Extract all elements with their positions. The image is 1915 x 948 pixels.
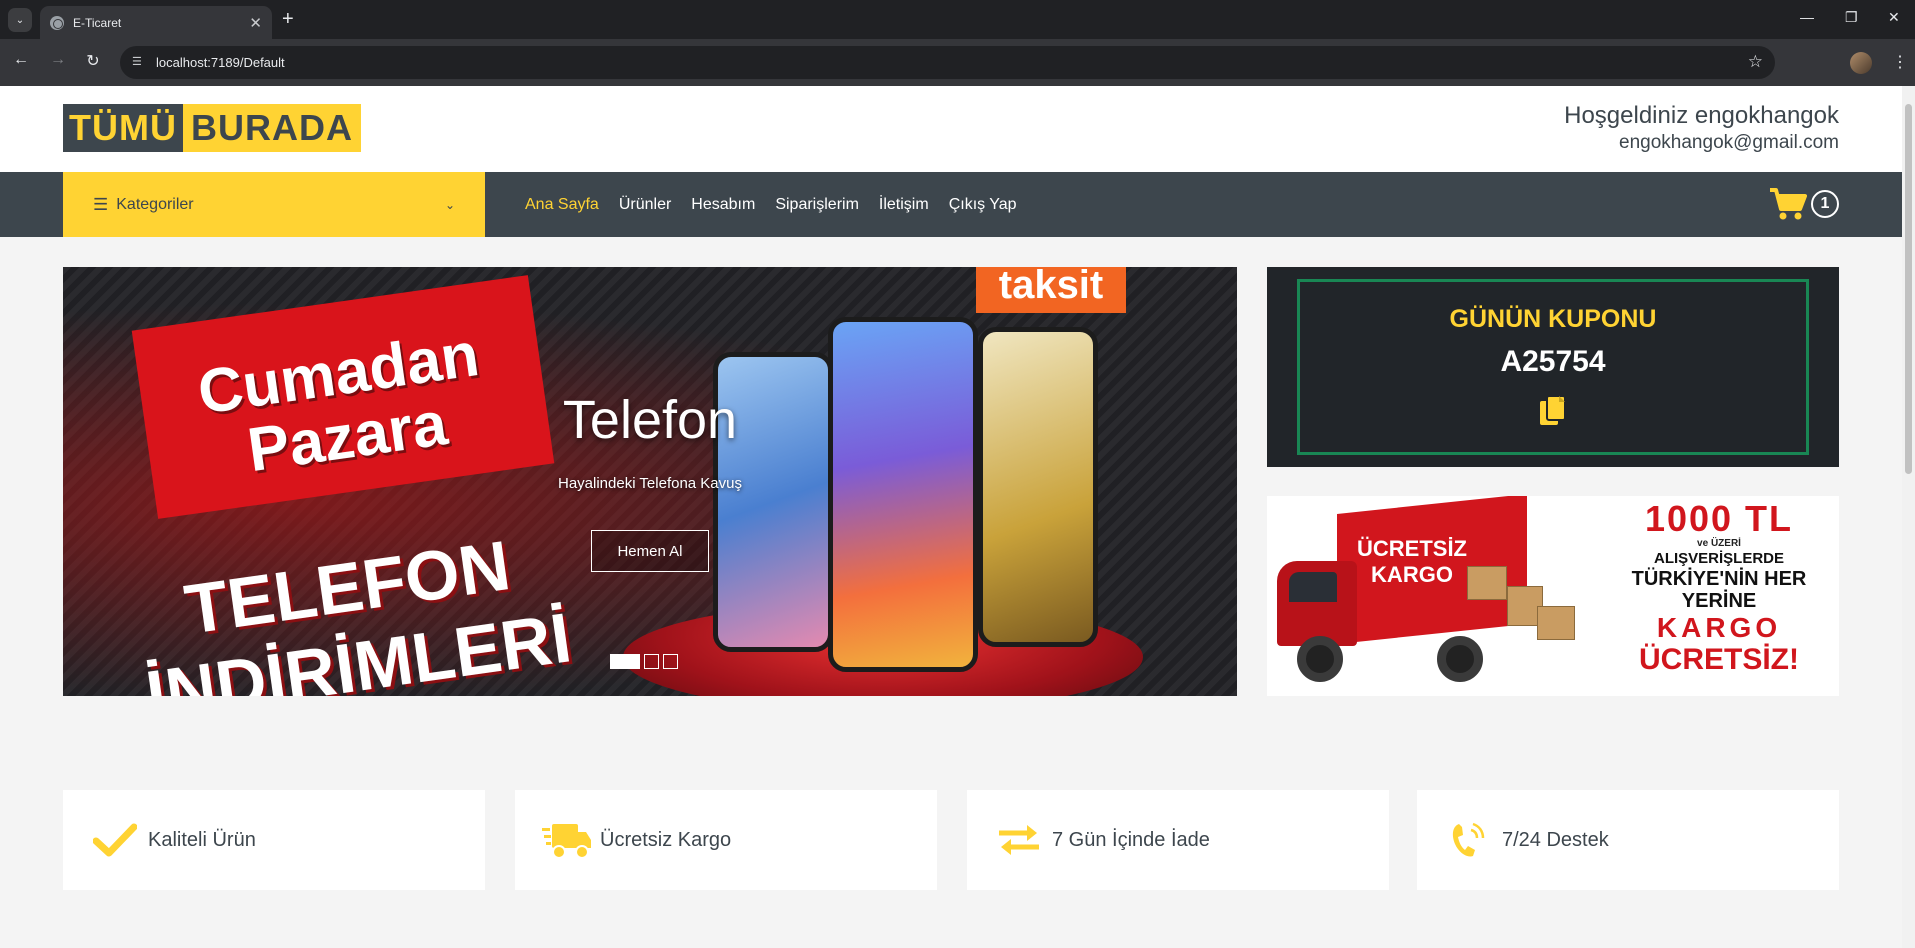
scrollbar-thumb[interactable]: [1905, 104, 1912, 474]
forward-icon[interactable]: →: [47, 51, 69, 69]
copy-icon[interactable]: [1539, 395, 1567, 427]
feature-free-shipping: Ücretsiz Kargo: [515, 790, 937, 890]
cargo-text: 1000 TL ve ÜZERİ ALIŞVERİŞLERDE TÜRKİYE'…: [1619, 500, 1819, 676]
feature-label: 7/24 Destek: [1502, 828, 1609, 851]
features-row: Kaliteli Ürün Ücretsiz Kargo 7 Gün İçind…: [63, 790, 1839, 890]
main-menu: Ana Sayfa Ürünler Hesabım Siparişlerim İ…: [525, 172, 1037, 237]
reload-icon[interactable]: ↻: [82, 51, 104, 71]
cargo-word: KARGO: [1656, 612, 1782, 643]
buy-now-button[interactable]: Hemen Al: [591, 530, 709, 572]
nav-link-account[interactable]: Hesabım: [691, 196, 755, 214]
site-info-icon[interactable]: ☰: [132, 55, 146, 69]
main-navbar: ☰ Kategoriler ⌄ Ana Sayfa Ürünler Hesabı…: [0, 172, 1902, 237]
phone-image-center: [828, 317, 978, 672]
feature-label: Ücretsiz Kargo: [600, 828, 732, 851]
new-tab-button[interactable]: +: [282, 8, 294, 30]
shopping-cart-icon: [1770, 188, 1807, 220]
cargo-free: ÜCRETSİZ!: [1639, 643, 1799, 676]
truck-window: [1289, 572, 1337, 602]
nav-link-home[interactable]: Ana Sayfa: [525, 196, 599, 214]
welcome-text: Hoşgeldiniz engokhangok: [1564, 102, 1839, 129]
feature-support: 7/24 Destek: [1417, 790, 1839, 890]
cargo-above: ve ÜZERİ: [1697, 538, 1741, 549]
carousel-indicator-3[interactable]: [663, 654, 678, 669]
address-bar[interactable]: ☰ localhost:7189/Default ☆: [120, 46, 1775, 79]
cart-count-badge: 1: [1811, 190, 1839, 218]
logo-part-2: BURADA: [182, 104, 361, 152]
truck-wheel: [1437, 636, 1483, 682]
site-logo[interactable]: TÜMÜ BURADA: [63, 104, 361, 152]
coupon-title: GÜNÜN KUPONU: [1449, 305, 1657, 333]
page-scrollbar[interactable]: [1902, 86, 1915, 948]
close-window-icon[interactable]: ✕: [1888, 9, 1900, 26]
slide-subtitle: Hayalindeki Telefona Kavuş: [557, 475, 742, 492]
address-text: localhost:7189/Default: [156, 55, 285, 70]
back-icon[interactable]: ←: [10, 51, 32, 69]
check-icon: [90, 820, 140, 860]
cargo-everywhere: TÜRKİYE'NİN HER YERİNE: [1631, 568, 1807, 612]
nav-link-logout[interactable]: Çıkış Yap: [949, 196, 1017, 214]
cargo-shopping: ALIŞVERİŞLERDE: [1653, 550, 1785, 567]
categories-dropdown[interactable]: ☰ Kategoriler ⌄: [63, 172, 485, 237]
globe-icon: [50, 15, 64, 30]
page-viewport: TÜMÜ BURADA Hoşgeldiniz engokhangok engo…: [0, 86, 1902, 948]
nav-link-orders[interactable]: Siparişlerim: [775, 196, 859, 214]
exchange-icon: [994, 820, 1044, 860]
shipping-fast-icon: [542, 820, 592, 860]
site-header: TÜMÜ BURADA Hoşgeldiniz engokhangok engo…: [0, 86, 1902, 172]
close-tab-icon[interactable]: ✕: [249, 14, 262, 32]
carousel-indicator-1[interactable]: [610, 654, 640, 669]
cargo-box: [1467, 566, 1507, 600]
categories-label: Kategoriler: [116, 195, 194, 213]
cargo-box: [1537, 606, 1575, 640]
feature-label: Kaliteli Ürün: [148, 828, 256, 851]
tab-search-button[interactable]: ⌄: [8, 8, 32, 32]
nav-link-products[interactable]: Ürünler: [619, 196, 671, 214]
browser-toolbar: ← → ↻ ☰ localhost:7189/Default ☆: [0, 39, 1915, 86]
feature-return: 7 Gün İçinde İade: [967, 790, 1389, 890]
feature-quality: Kaliteli Ürün: [63, 790, 485, 890]
carousel-indicator-2[interactable]: [644, 654, 659, 669]
browser-menu-icon[interactable]: ⋮: [1892, 52, 1908, 72]
user-email: engokhangok@gmail.com: [1619, 132, 1839, 153]
phone-volume-icon: [1444, 820, 1494, 860]
logo-part-1: TÜMÜ: [63, 104, 183, 152]
cart-button[interactable]: 1: [1769, 184, 1839, 224]
slide-title: Telefon: [562, 390, 738, 450]
bars-icon: ☰: [93, 194, 109, 214]
truck-label: ÜCRETSİZ KARGO: [1357, 536, 1467, 587]
profile-avatar[interactable]: [1850, 52, 1872, 74]
restore-icon[interactable]: ❐: [1845, 9, 1858, 26]
browser-tab-strip: ⌄ E-Ticaret ✕ + — ❐ ✕: [0, 0, 1915, 39]
minimize-icon[interactable]: —: [1800, 9, 1814, 25]
nav-link-contact[interactable]: İletişim: [879, 196, 929, 214]
cargo-amount: 1000 TL: [1644, 498, 1794, 539]
taksit-badge: taksit: [976, 267, 1126, 313]
bookmark-star-icon[interactable]: ☆: [1748, 52, 1763, 72]
carousel-indicators: [610, 654, 682, 669]
tab-title: E-Ticaret: [73, 15, 122, 30]
browser-tab[interactable]: E-Ticaret ✕: [40, 6, 272, 39]
chevron-down-icon: ⌄: [444, 197, 455, 212]
truck-wheel: [1297, 636, 1343, 682]
user-welcome: Hoşgeldiniz engokhangok engokhangok@gmai…: [1564, 102, 1839, 154]
hero-carousel[interactable]: taksit Cumadan Pazara TELEFON İNDİRİMLER…: [63, 267, 1237, 696]
free-shipping-banner: ÜCRETSİZ KARGO 1000 TL ve ÜZERİ ALIŞVERİ…: [1267, 496, 1839, 696]
coupon-code: A25754: [1500, 345, 1606, 378]
feature-label: 7 Gün İçinde İade: [1052, 828, 1210, 851]
daily-coupon-card: GÜNÜN KUPONU A25754: [1267, 267, 1839, 467]
